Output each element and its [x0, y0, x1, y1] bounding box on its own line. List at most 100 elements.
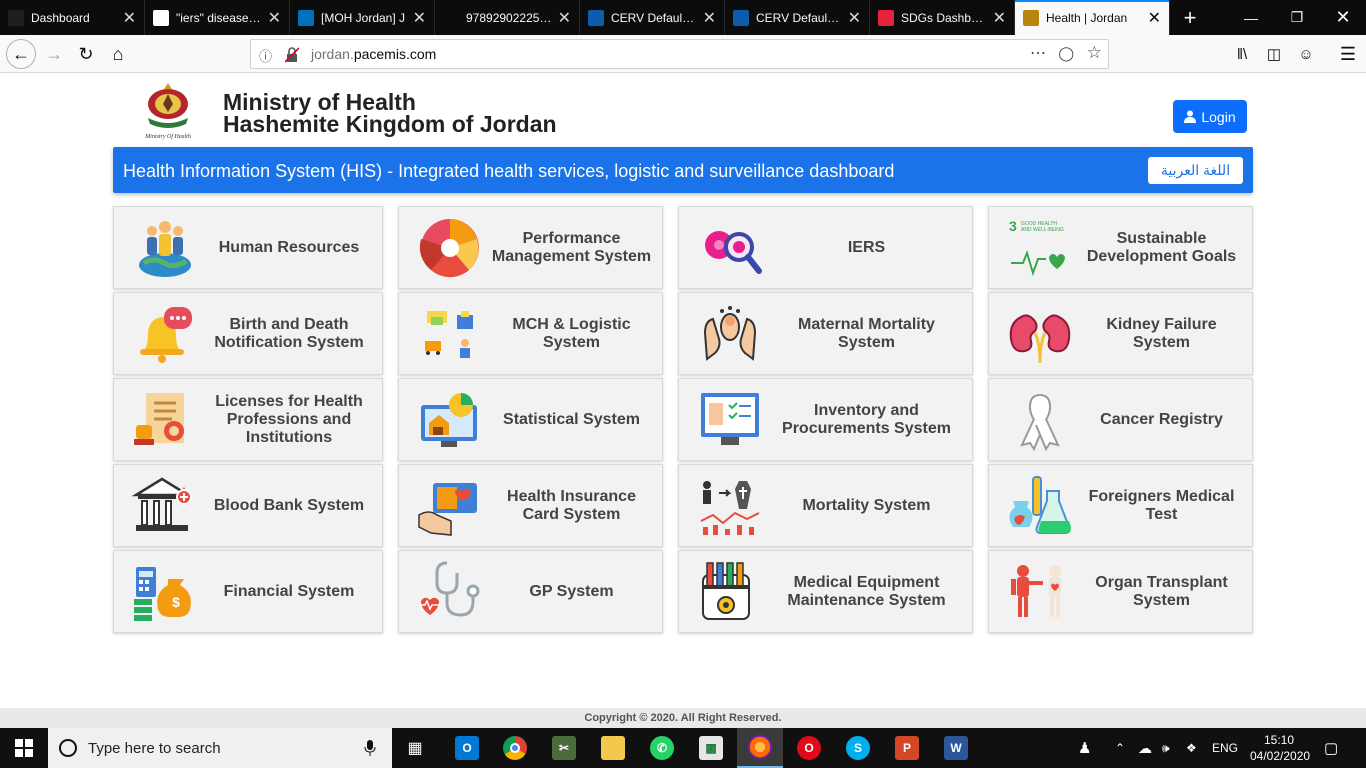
system-card-label: Mortality System — [802, 496, 931, 514]
browser-tab[interactable]: Dashboard ✕ — [0, 0, 145, 35]
close-tab-icon[interactable]: ✕ — [993, 8, 1006, 28]
svg-text:AND WELL-BEING: AND WELL-BEING — [1021, 227, 1064, 233]
cancer-ribbon-icon — [1020, 393, 1060, 451]
system-card-label: Financial System — [223, 582, 355, 600]
microphone-icon[interactable] — [364, 740, 376, 756]
onedrive-cloud-icon[interactable]: ☁ — [1138, 728, 1152, 768]
system-card-label: Birth and Death Notification System — [214, 315, 364, 351]
bookmark-star-icon[interactable]: ☆ — [1087, 43, 1102, 63]
browser-tab[interactable]: 9789290222583-eng ✕ — [435, 0, 580, 35]
back-arrow-icon[interactable]: ← — [6, 39, 36, 69]
close-tab-icon[interactable]: ✕ — [123, 8, 136, 28]
forward-arrow-icon[interactable]: → — [40, 40, 68, 68]
system-card-label: Sustainable Development Goals — [1086, 229, 1237, 265]
chart-app-taskbar-icon[interactable]: ▩ — [688, 728, 734, 768]
system-card[interactable]: Kidney Failure System — [988, 292, 1253, 375]
system-card[interactable]: Foreigners Medical Test — [988, 464, 1253, 547]
close-tab-icon[interactable]: ✕ — [558, 8, 571, 28]
home-icon[interactable]: ⌂ — [104, 40, 132, 68]
pocket-icon[interactable]: ◯ — [1058, 45, 1074, 62]
system-card[interactable]: $ Financial System — [113, 550, 383, 633]
show-hidden-icons[interactable]: ⌃ — [1115, 728, 1125, 768]
system-card[interactable]: 3 GOOD HEALTH AND WELL-BEING Sustainable De… — [988, 206, 1253, 289]
system-card[interactable]: Cancer Registry — [988, 378, 1253, 461]
address-bar[interactable]: ⓘ jordan.pacemis.com ⋯ ◯ ☆ — [250, 39, 1109, 69]
url-text[interactable]: jordan.pacemis.com — [311, 46, 436, 62]
system-card[interactable]: Medical Equipment Maintenance System — [678, 550, 973, 633]
notifications-icon[interactable]: ▢ — [1324, 728, 1338, 768]
login-button[interactable]: Login — [1173, 100, 1247, 133]
close-tab-icon[interactable]: ✕ — [1148, 8, 1161, 28]
system-card[interactable]: Licenses for Health Professions and Inst… — [113, 378, 383, 461]
system-clock[interactable]: 15:10 04/02/2020 — [1250, 732, 1311, 764]
sdg-icon — [878, 9, 894, 26]
close-tab-icon[interactable]: ✕ — [703, 8, 716, 28]
reload-icon[interactable]: ↻ — [72, 40, 100, 68]
browser-tab[interactable]: SDGs Dashboard ✕ — [870, 0, 1015, 35]
system-card[interactable]: Maternal Mortality System — [678, 292, 973, 375]
system-card[interactable]: GP System — [398, 550, 663, 633]
page-actions-icon[interactable]: ⋯ — [1030, 43, 1046, 63]
search-circle-icon — [59, 739, 77, 757]
system-card[interactable]: Human Resources — [113, 206, 383, 289]
browser-tab[interactable]: [MOH Jordan] J ✕ — [290, 0, 435, 35]
kidney-icon — [1009, 314, 1071, 364]
info-icon[interactable]: ⓘ — [259, 46, 272, 65]
browser-toolbar: ← → ↻ ⌂ ⓘ jordan.pacemis.com ⋯ ◯ ☆ ‖\ ◫ … — [0, 35, 1366, 73]
opera-taskbar-icon[interactable]: O — [786, 728, 832, 768]
language-indicator[interactable]: ENG — [1212, 728, 1238, 768]
browser-tab[interactable]: Health | Jordan ✕ — [1015, 0, 1170, 35]
firefox-taskbar-icon[interactable] — [737, 728, 783, 768]
sidebar-icon[interactable]: ◫ — [1260, 40, 1288, 68]
close-window-icon[interactable]: ✕ — [1320, 0, 1366, 35]
clock-date: 04/02/2020 — [1250, 749, 1311, 763]
system-card[interactable]: Birth and Death Notification System — [113, 292, 383, 375]
skype-taskbar-icon[interactable]: S — [835, 728, 881, 768]
file-explorer-taskbar-icon[interactable] — [590, 728, 636, 768]
windows-logo-icon — [15, 739, 33, 757]
volume-icon[interactable]: 🕪 — [1162, 728, 1170, 768]
system-card[interactable]: IERS — [678, 206, 973, 289]
library-icon[interactable]: ‖\ — [1228, 40, 1256, 68]
close-tab-icon[interactable]: ✕ — [848, 8, 861, 28]
word-taskbar-icon[interactable]: W — [933, 728, 979, 768]
ministry-title: Ministry of Health Hashemite Kingdom of … — [223, 89, 557, 136]
system-card[interactable]: Inventory and Procurements System — [678, 378, 973, 461]
virus-search-icon — [705, 231, 762, 274]
snipping-tool-taskbar-icon[interactable]: ✂ — [541, 728, 587, 768]
dropbox-icon[interactable]: ❖ — [1186, 728, 1197, 768]
people-icon[interactable]: ♟ — [1078, 728, 1091, 768]
inventory-checklist-icon — [701, 393, 759, 445]
close-tab-icon[interactable]: ✕ — [413, 8, 426, 28]
new-tab-plus-icon[interactable]: + — [1170, 0, 1210, 35]
start-button[interactable] — [0, 728, 48, 768]
browser-tab[interactable]: CERV Defaulters ✕ — [725, 0, 870, 35]
system-card[interactable]: Health Insurance Card System — [398, 464, 663, 547]
browser-tab[interactable]: CERV Defaulters ✕ — [580, 0, 725, 35]
tab-title: [MOH Jordan] J — [321, 10, 406, 25]
system-card[interactable]: Organ Transplant System — [988, 550, 1253, 633]
organ-transplant-icon — [1011, 565, 1061, 617]
account-icon[interactable]: ☺ — [1292, 40, 1320, 68]
whatsapp-taskbar-icon[interactable]: ✆ — [639, 728, 685, 768]
system-card[interactable]: Mortality System — [678, 464, 973, 547]
task-view-icon[interactable]: ▦ — [392, 728, 438, 768]
arabic-language-button[interactable]: اللغة العربية — [1148, 157, 1243, 184]
restore-icon[interactable]: ❐ — [1274, 0, 1320, 35]
menu-icon[interactable]: ☰ — [1334, 40, 1362, 68]
system-card[interactable]: Statistical System — [398, 378, 663, 461]
system-card[interactable]: Blood Bank System — [113, 464, 383, 547]
outlook-taskbar-icon[interactable]: O — [444, 728, 490, 768]
maternal-hands-icon — [703, 306, 757, 361]
system-card[interactable]: MCH & Logistic System — [398, 292, 663, 375]
browser-tab[interactable]: "iers" disease su ✕ — [145, 0, 290, 35]
minimize-icon[interactable]: — — [1228, 0, 1274, 35]
close-tab-icon[interactable]: ✕ — [268, 8, 281, 28]
his-banner: Health Information System (HIS) - Integr… — [113, 147, 1253, 193]
taskbar-search[interactable]: Type here to search — [48, 728, 392, 768]
powerpoint-taskbar-icon[interactable]: P — [884, 728, 930, 768]
system-card[interactable]: Performance Management System — [398, 206, 663, 289]
chrome-taskbar-icon[interactable] — [492, 728, 538, 768]
ministry-line1: Ministry of Health — [223, 89, 416, 115]
insecure-lock-icon[interactable] — [285, 47, 299, 63]
